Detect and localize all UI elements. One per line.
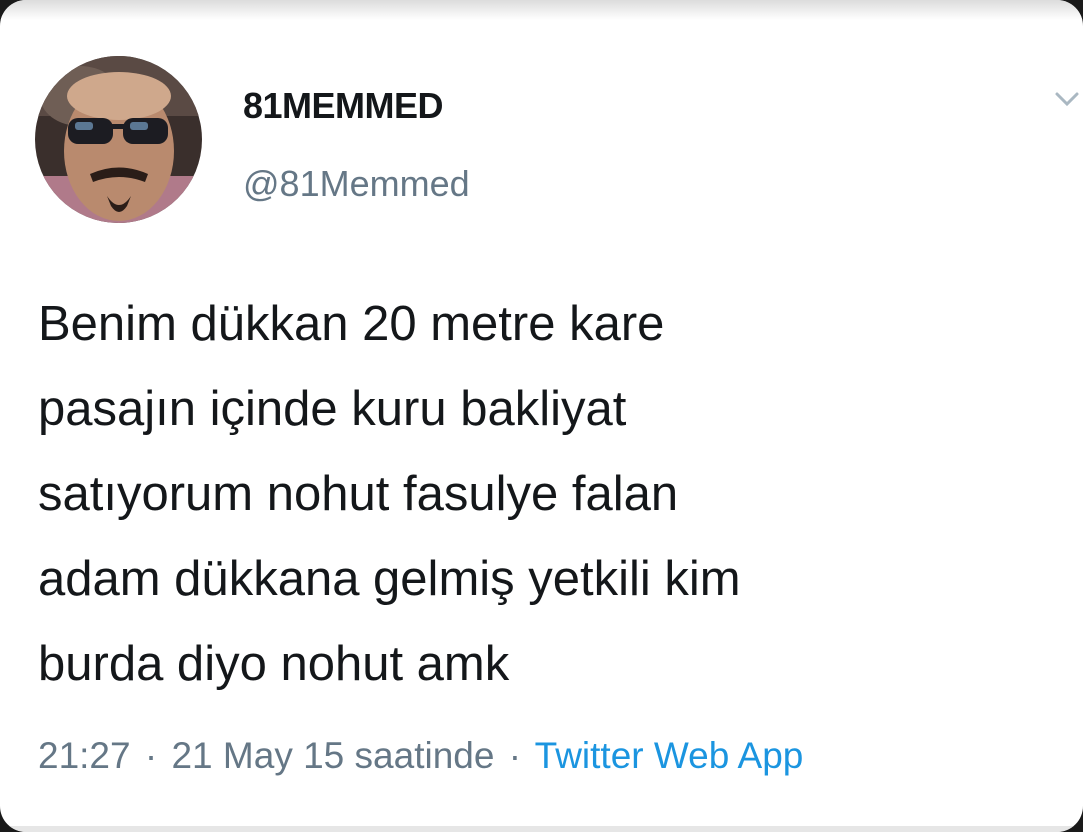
- tweet-time[interactable]: 21:27: [38, 735, 131, 776]
- tweet-text-line: burda diyo nohut amk: [38, 637, 510, 691]
- tweet-date[interactable]: 21 May 15 saatinde: [171, 735, 494, 776]
- tweet-text-line: pasajın içinde kuru bakliyat: [38, 382, 627, 436]
- tweet-text: Benim dükkan 20 metre kare pasajın içind…: [38, 282, 1058, 707]
- tweet-text-line: adam dükkana gelmiş yetkili kim: [38, 552, 741, 606]
- chevron-down-icon[interactable]: [1052, 88, 1082, 112]
- bottom-edge: [0, 826, 1083, 832]
- top-edge: [0, 0, 1083, 20]
- tweet-card: 81MEMMED @81Memmed Benim dükkan 20 metre…: [0, 0, 1083, 832]
- tweet-text-line: satıyorum nohut fasulye falan: [38, 467, 679, 521]
- meta-separator: ·: [508, 735, 522, 776]
- tweet-source-link[interactable]: Twitter Web App: [535, 735, 804, 776]
- tweet-meta: 21:27 · 21 May 15 saatinde · Twitter Web…: [38, 735, 803, 777]
- user-handle[interactable]: @81Memmed: [243, 163, 470, 205]
- avatar[interactable]: [35, 56, 202, 223]
- display-name[interactable]: 81MEMMED: [243, 85, 444, 127]
- tweet-text-line: Benim dükkan 20 metre kare: [38, 297, 665, 351]
- meta-separator: ·: [144, 735, 158, 776]
